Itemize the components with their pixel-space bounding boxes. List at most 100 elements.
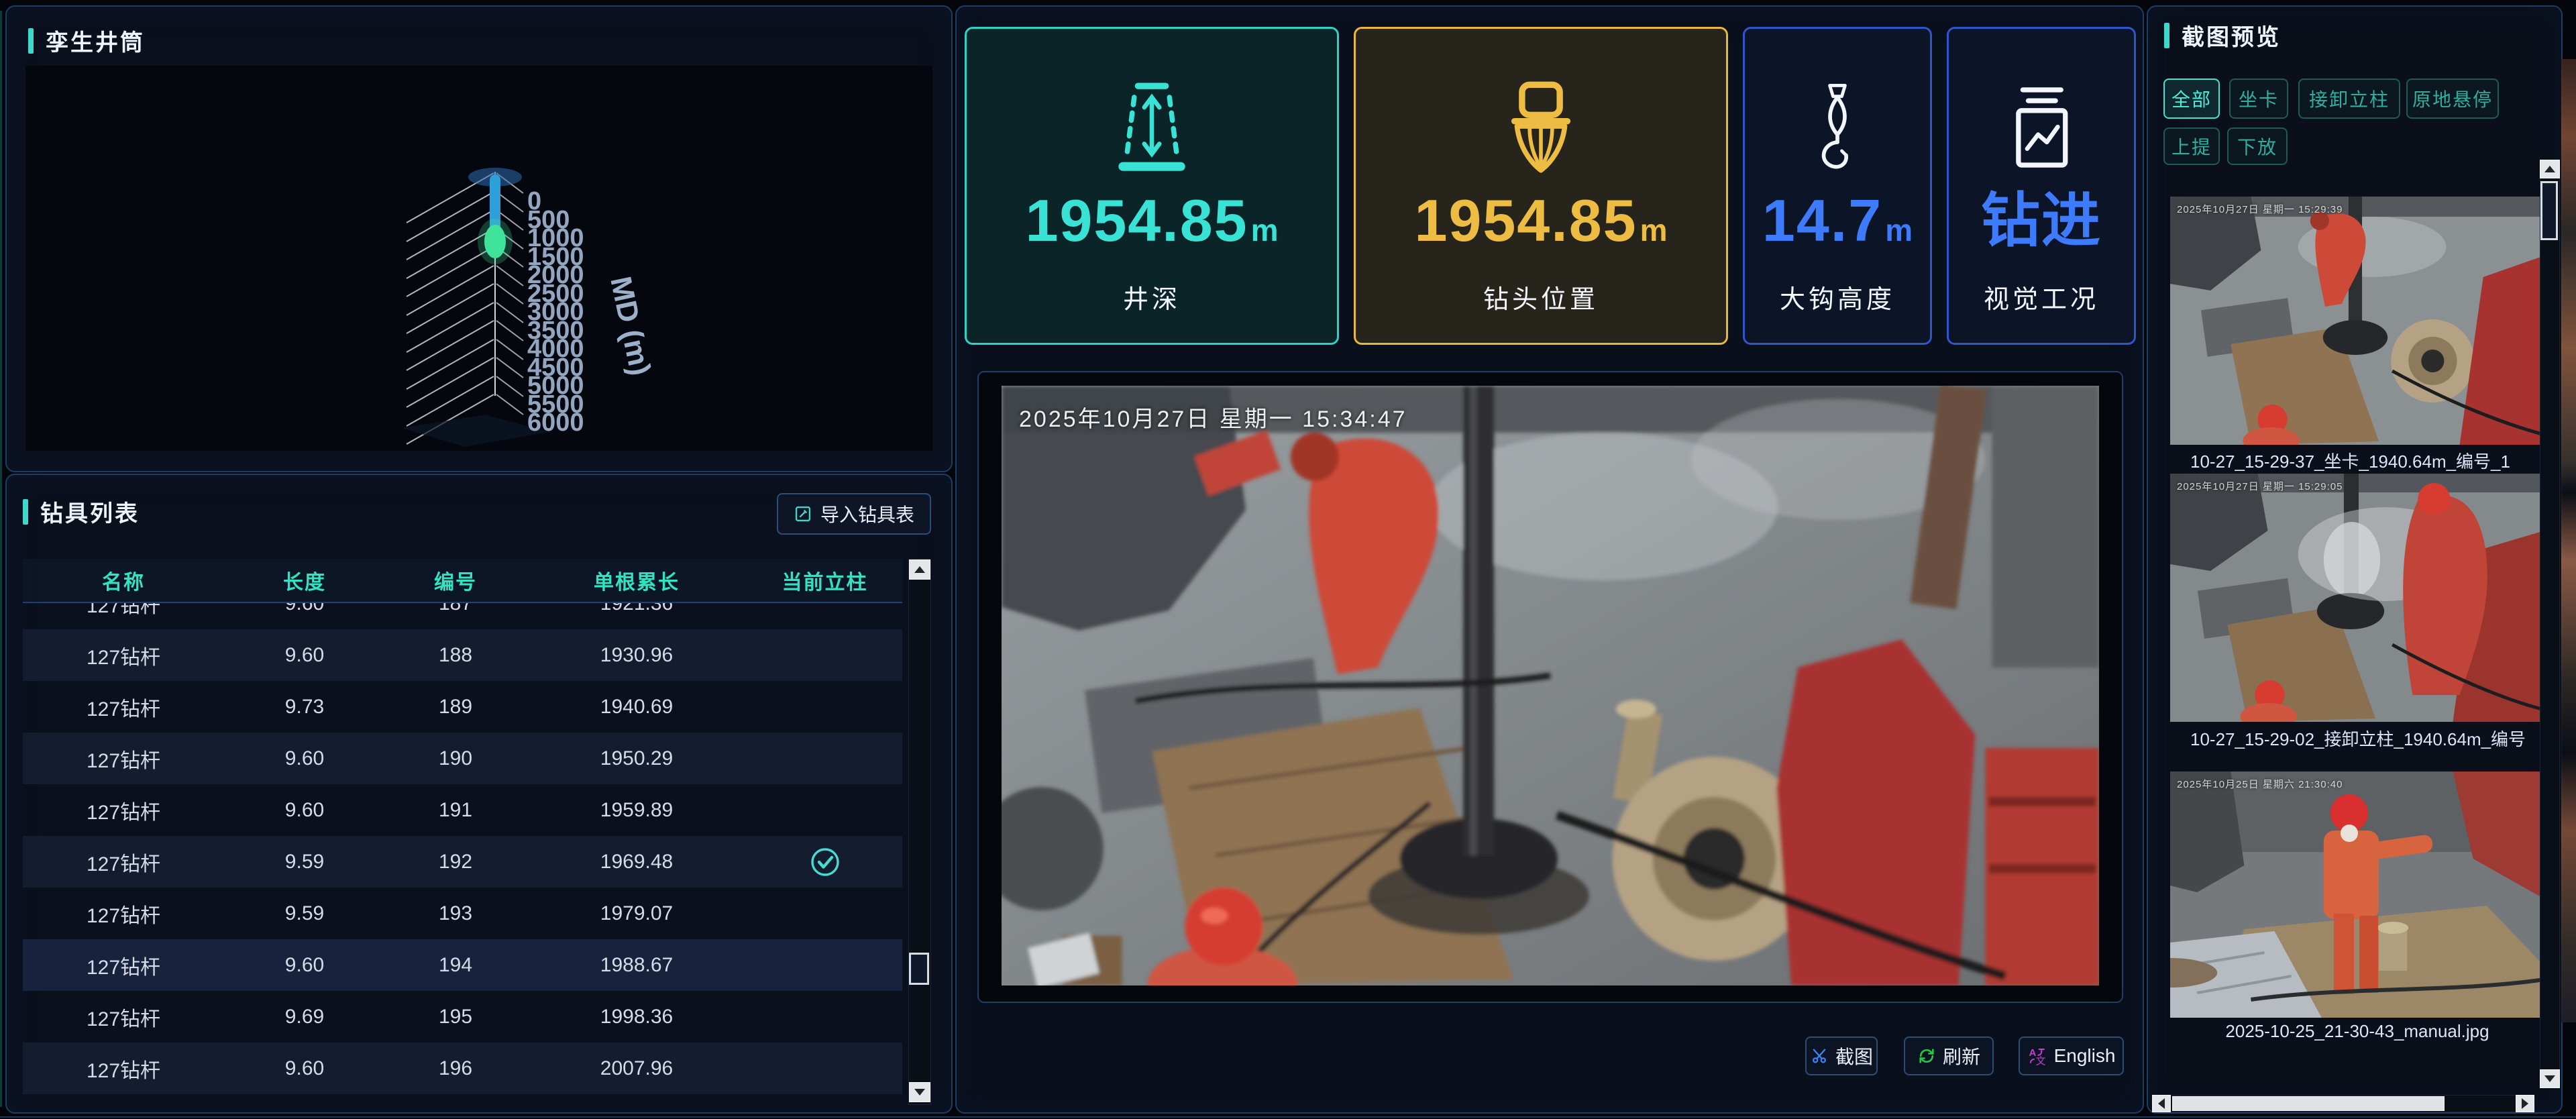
thumbnail-2-timestamp: 2025年10月27日 星期一 15:29:05 — [2177, 479, 2343, 493]
bit-position-unit: m — [1640, 215, 1668, 246]
table-scrollbar-thumb[interactable] — [909, 953, 929, 985]
wellbore-title: 孪生井筒 — [46, 24, 145, 57]
well-depth-value: 1954.85 — [1025, 191, 1248, 250]
title-accent-bar — [28, 28, 34, 54]
screenshot-label: 截图 — [1835, 1043, 1873, 1069]
screenshot-button[interactable]: 截图 — [1805, 1036, 1878, 1075]
well-depth-icon — [1102, 57, 1202, 178]
page-left-glow — [0, 11, 2, 1107]
preview-title: 截图预览 — [2182, 19, 2281, 52]
bit-marker — [484, 225, 506, 258]
table-row[interactable]: 127钻杆9.60 1941988.67 — [23, 939, 902, 991]
thumbnail-3-caption: 2025-10-25_21-30-43_manual.jpg — [2170, 1021, 2544, 1042]
filter-chip-pull-up[interactable]: 上提 — [2163, 127, 2220, 165]
thumbnail-3-image — [2170, 771, 2544, 1018]
tools-title-row: 钻具列表 — [23, 495, 140, 528]
import-edit-icon — [794, 504, 812, 523]
md-axis-label: MD (m) — [604, 274, 657, 378]
hook-height-unit: m — [1885, 215, 1913, 246]
tools-panel: 钻具列表 导入钻具表 名称 长度 编号 单根累长 当前立柱 127钻杆9.60 … — [5, 474, 953, 1114]
current-check-icon — [810, 847, 841, 877]
preview-hscrollbar-thumb[interactable] — [2172, 1096, 2445, 1111]
visual-state-value: 钻进 — [1981, 191, 2102, 250]
language-button[interactable]: A 文 English — [2019, 1036, 2124, 1075]
table-scrollbar-track[interactable] — [908, 559, 931, 1105]
scissors-icon — [1810, 1047, 1829, 1065]
col-name: 名称 — [23, 566, 224, 595]
dashboard-root: 孪生井筒 — [0, 0, 2576, 1119]
table-row[interactable]: 127钻杆9.69 1951998.36 — [23, 991, 902, 1043]
bit-position-value: 1954.85 — [1414, 191, 1637, 250]
thumbnail-1-caption: 10-27_15-29-37_坐卡_1940.64m_编号_1 — [2170, 448, 2565, 473]
wellbore-canvas[interactable]: 0 500 1000 1500 2000 2500 3000 3500 4000… — [25, 66, 932, 451]
wellbore-panel: 孪生井筒 — [5, 5, 953, 472]
svg-text:文: 文 — [2035, 1056, 2045, 1067]
card-hook-height: 14.7 m 大钩高度 — [1743, 27, 1932, 345]
refresh-label: 刷新 — [1943, 1043, 1980, 1069]
filter-chip-hover[interactable]: 原地悬停 — [2406, 78, 2499, 119]
thumbnail-3-timestamp: 2025年10月25日 星期六 21:30:40 — [2177, 777, 2343, 791]
preview-scrollbar-thumb[interactable] — [2540, 181, 2558, 240]
refresh-button[interactable]: 刷新 — [1904, 1036, 1994, 1075]
filter-chip-lower-down[interactable]: 下放 — [2227, 127, 2288, 165]
well-depth-unit: m — [1251, 215, 1279, 246]
hook-height-value: 14.7 — [1762, 191, 1882, 250]
hook-height-label: 大钩高度 — [1780, 278, 1895, 315]
language-label: English — [2054, 1045, 2116, 1067]
thumbnail-2-caption: 10-27_15-29-02_接卸立柱_1940.64m_编号 — [2170, 726, 2565, 751]
clipped-thumbnail-column — [2561, 59, 2576, 1022]
filter-chip-stand-handling[interactable]: 接卸立柱 — [2298, 78, 2400, 119]
well-depth-label: 井深 — [1123, 278, 1181, 315]
title-accent-bar — [23, 499, 28, 525]
tick-label: 6000 — [527, 409, 584, 437]
preview-scroll-down-button[interactable] — [2540, 1069, 2560, 1088]
table-row[interactable]: 127钻杆9.59 1931979.07 — [23, 888, 902, 939]
col-cumulative: 单根累长 — [526, 566, 747, 595]
preview-scroll-left-button[interactable] — [2152, 1095, 2171, 1112]
preview-title-row: 截图预览 — [2164, 19, 2281, 52]
table-row[interactable]: 127钻杆9.60 1911959.89 — [23, 784, 902, 836]
hook-icon — [1794, 57, 1881, 178]
filter-chip-slips-set[interactable]: 坐卡 — [2229, 78, 2288, 119]
title-accent-bar — [2164, 23, 2169, 48]
import-tools-label: 导入钻具表 — [820, 500, 914, 527]
thumbnail-2[interactable]: 2025年10月27日 星期一 15:29:05 — [2170, 474, 2544, 722]
drill-bit-icon — [1491, 57, 1591, 178]
table-scroll-up-button[interactable] — [909, 560, 930, 580]
rig-floor-scene — [1002, 386, 2099, 985]
card-well-depth: 1954.85 m 井深 — [965, 27, 1339, 345]
filter-chip-all[interactable]: 全部 — [2163, 78, 2220, 119]
video-panel: 2025年10月27日 星期一 15:34:47 — [977, 371, 2123, 1003]
tools-table-body: 127钻杆9.60 1871921.36 127钻杆9.60 1881930.9… — [23, 603, 902, 1102]
table-row[interactable]: 127钻杆9.60 1901950.29 — [23, 733, 902, 784]
table-row[interactable]: 127钻杆9.60 1871921.36 — [23, 603, 902, 629]
card-visual-state: 钻进 视觉工况 — [1947, 27, 2136, 345]
preview-scrollbar-track[interactable] — [2540, 160, 2560, 1088]
col-number: 编号 — [385, 566, 526, 595]
wellbore-3d-plot: 0 500 1000 1500 2000 2500 3000 3500 4000… — [25, 66, 932, 451]
report-chart-icon — [1998, 57, 2085, 178]
table-row[interactable]: 127钻杆9.73 1891940.69 — [23, 681, 902, 733]
col-current-stand: 当前立柱 — [747, 566, 902, 595]
table-row[interactable]: 127钻杆9.60 1881930.96 — [23, 629, 902, 681]
table-row[interactable]: 127钻杆9.60 1962007.96 — [23, 1043, 902, 1094]
preview-scroll-right-button[interactable] — [2516, 1095, 2534, 1112]
import-tools-button[interactable]: 导入钻具表 — [777, 493, 931, 535]
center-panel: 1954.85 m 井深 1954.85 m 钻头位置 — [955, 5, 2144, 1114]
video-feed: 2025年10月27日 星期一 15:34:47 — [1002, 386, 2099, 985]
table-row-current[interactable]: 127钻杆9.59 1921969.48 — [23, 836, 902, 888]
preview-scroll-up-button[interactable] — [2540, 160, 2560, 178]
refresh-icon — [1917, 1047, 1936, 1065]
table-scroll-down-button[interactable] — [909, 1082, 930, 1102]
preview-panel: 截图预览 全部 坐卡 接卸立柱 原地悬停 上提 下放 — [2147, 5, 2563, 1114]
well-bottom-cap — [401, 415, 549, 447]
card-bit-position: 1954.85 m 钻头位置 — [1354, 27, 1728, 345]
thumbnail-1-timestamp: 2025年10月27日 星期一 15:29:39 — [2177, 202, 2343, 216]
bit-position-label: 钻头位置 — [1483, 278, 1599, 315]
thumbnail-1-image — [2170, 197, 2544, 445]
translate-icon: A 文 — [2027, 1046, 2047, 1066]
thumbnail-1[interactable]: 2025年10月27日 星期一 15:29:39 — [2170, 197, 2544, 445]
thumbnail-3[interactable]: 2025年10月25日 星期六 21:30:40 — [2170, 771, 2544, 1018]
table-header: 名称 长度 编号 单根累长 当前立柱 — [23, 559, 902, 602]
wellbore-title-row: 孪生井筒 — [28, 24, 145, 57]
